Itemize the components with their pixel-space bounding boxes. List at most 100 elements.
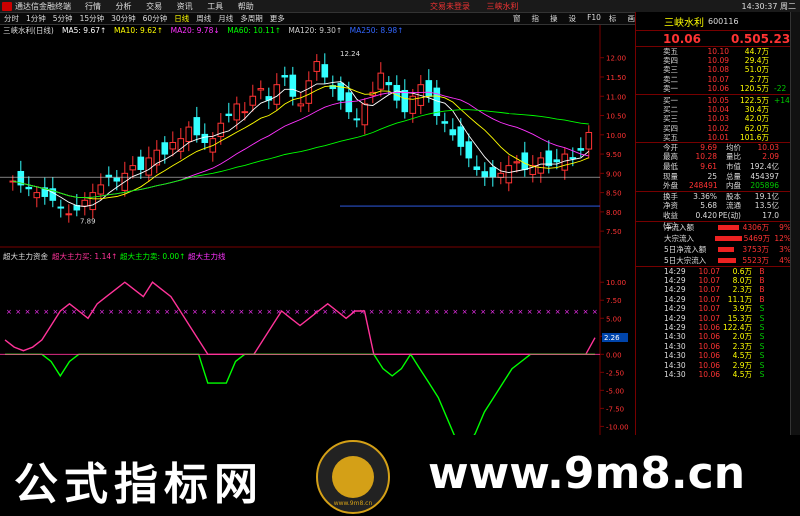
signal-marker: × bbox=[369, 308, 375, 316]
ask-row[interactable]: 卖一 10.06 120.5万 -22 bbox=[636, 84, 800, 93]
tick-row[interactable]: 14:29 10.07 15.3万 S bbox=[636, 314, 800, 323]
tick-volume: 122.4万 bbox=[723, 322, 752, 332]
signal-marker: × bbox=[397, 308, 403, 316]
stat-value: 13.5亿 bbox=[754, 201, 779, 211]
candle-body bbox=[169, 142, 177, 150]
signal-marker: × bbox=[555, 308, 561, 316]
candle-body bbox=[161, 142, 169, 155]
ask-row[interactable]: 卖五 10.10 44.7万 bbox=[636, 47, 800, 56]
candle-body bbox=[81, 199, 89, 207]
kline-chart-svg[interactable]: 三峡水利(日线) MA5: 9.67↑ MA10: 9.62↑ MA20: 9.78↓… bbox=[0, 25, 635, 450]
signal-marker: × bbox=[127, 308, 133, 316]
indicator-axis-label: -7.50 bbox=[606, 405, 624, 413]
bid-row[interactable]: 买五 10.01 101.6万 bbox=[636, 133, 800, 142]
signal-marker: × bbox=[564, 308, 570, 316]
chart-background bbox=[0, 25, 635, 435]
menu-item-news[interactable]: 资讯 bbox=[177, 2, 193, 11]
fund-flow-label: 5日净流入额 bbox=[664, 244, 707, 254]
ask-row[interactable]: 卖三 10.08 51.0万 bbox=[636, 65, 800, 74]
tick-row[interactable]: 14:30 10.06 4.5万 S bbox=[636, 351, 800, 360]
stat-value: 5.68 bbox=[700, 201, 717, 211]
candle-body bbox=[321, 64, 329, 78]
period-tab-4[interactable]: 30分钟 bbox=[111, 13, 136, 24]
tick-row[interactable]: 14:29 10.07 3.9万 S bbox=[636, 304, 800, 313]
bid-volume: 122.5万 bbox=[740, 95, 769, 105]
bid-row[interactable]: 买一 10.05 122.5万 +141 bbox=[636, 96, 800, 105]
signal-marker: × bbox=[415, 308, 421, 316]
tick-price: 10.06 bbox=[698, 341, 720, 351]
menu-item-analysis[interactable]: 分析 bbox=[116, 2, 132, 11]
trade-login-status[interactable]: 交易未登录 bbox=[430, 2, 470, 11]
panel-scrollbar[interactable] bbox=[790, 12, 800, 435]
price-axis-label: 8.50 bbox=[606, 190, 622, 198]
period-tab-8[interactable]: 月线 bbox=[218, 13, 233, 24]
period-tab-7[interactable]: 周线 bbox=[196, 13, 211, 24]
price-axis-label: 9.00 bbox=[606, 170, 622, 178]
stat-label: 收益(二) bbox=[663, 211, 678, 230]
stat-value: 454397 bbox=[750, 171, 779, 181]
signal-marker: × bbox=[146, 308, 152, 316]
signal-marker: × bbox=[471, 308, 477, 316]
bid-price: 10.05 bbox=[707, 95, 729, 105]
price-axis-label: 10.00 bbox=[606, 132, 626, 140]
kline-chart[interactable]: 三峡水利(日线) MA5: 9.67↑ MA10: 9.62↑ MA20: 9.78↓… bbox=[0, 25, 635, 450]
tick-list[interactable]: 14:29 10.07 0.6万 B 14:29 10.07 8.0万 B 14:29 10.07… bbox=[636, 265, 800, 380]
tick-row[interactable]: 14:30 10.06 2.3万 S bbox=[636, 342, 800, 351]
menu-item-trade[interactable]: 交易 bbox=[146, 2, 162, 11]
signal-marker: × bbox=[99, 308, 105, 316]
fund-flow-bar bbox=[718, 257, 736, 263]
tick-row[interactable]: 14:29 10.07 0.6万 B bbox=[636, 267, 800, 276]
menu-item-help[interactable]: 帮助 bbox=[238, 2, 254, 11]
tick-row[interactable]: 14:29 10.07 2.3万 B bbox=[636, 285, 800, 294]
bid-row[interactable]: 买三 10.03 42.0万 bbox=[636, 114, 800, 123]
candle-body bbox=[113, 177, 121, 182]
candle-body bbox=[217, 122, 225, 138]
signal-marker: × bbox=[118, 308, 124, 316]
tick-row[interactable]: 14:30 10.06 4.5万 S bbox=[636, 370, 800, 379]
signal-marker: × bbox=[406, 308, 412, 316]
tick-row[interactable]: 14:30 10.06 2.9万 S bbox=[636, 361, 800, 370]
ma-label: MA20: 9.78↓ bbox=[171, 26, 220, 35]
period-tab-0[interactable]: 分时 bbox=[4, 13, 19, 24]
ask-row[interactable]: 卖四 10.09 29.4万 bbox=[636, 56, 800, 65]
tick-row[interactable]: 14:29 10.06 122.4万 S bbox=[636, 323, 800, 332]
candle-body bbox=[249, 95, 257, 106]
clock: 14:30:37 周二 bbox=[741, 1, 796, 11]
indicator-axis-label: -5.00 bbox=[606, 387, 624, 395]
watermark-left-text: 公式指标网 bbox=[14, 459, 264, 510]
bid-row[interactable]: 买四 10.02 62.0万 bbox=[636, 124, 800, 133]
period-tab-6[interactable]: 日线 bbox=[174, 13, 189, 24]
period-tab-1[interactable]: 1分钟 bbox=[26, 13, 46, 24]
bid-price: 10.01 bbox=[707, 132, 729, 142]
indicator-title: 超大主力资金 bbox=[3, 251, 48, 261]
menu-item-tools[interactable]: 工具 bbox=[207, 2, 223, 11]
bid-row[interactable]: 买二 10.04 30.4万 bbox=[636, 105, 800, 114]
fund-flow-bar bbox=[718, 246, 734, 252]
stat-value: 3.36% bbox=[693, 191, 717, 201]
tick-row[interactable]: 14:29 10.07 11.1万 B bbox=[636, 295, 800, 304]
period-tab-9[interactable]: 多周期 bbox=[240, 13, 263, 24]
ask-row[interactable]: 卖二 10.07 2.7万 bbox=[636, 75, 800, 84]
candle-body bbox=[97, 184, 105, 195]
candle-body bbox=[65, 213, 73, 216]
fund-flow-label: 大宗流入 bbox=[664, 233, 694, 243]
tick-row[interactable]: 14:30 10.06 2.0万 S bbox=[636, 332, 800, 341]
fund-flow-label: 净流入额 bbox=[664, 222, 694, 232]
order-book: 卖五 10.10 44.7万 卖四 10.09 29.4万 卖三 10.08 51.0万 卖二 10… bbox=[636, 47, 800, 142]
tick-price: 10.06 bbox=[698, 360, 720, 370]
tick-flag: S bbox=[759, 322, 765, 332]
candle-body bbox=[305, 80, 313, 104]
period-tab-5[interactable]: 60分钟 bbox=[143, 13, 168, 24]
candle-body bbox=[481, 171, 489, 178]
period-tab-10[interactable]: 更多 bbox=[270, 13, 285, 24]
period-tab-3[interactable]: 15分钟 bbox=[80, 13, 105, 24]
fund-flows: 净流入额 4306万 9% 大宗流入 5469万 12% 5日净流入额 3753万 3% 5日大宗… bbox=[636, 220, 800, 266]
stat-value: 9.61 bbox=[700, 162, 717, 172]
stat-value: 25 bbox=[707, 171, 717, 181]
stat-label: 外盘 bbox=[663, 181, 678, 191]
tick-volume: 8.0万 bbox=[732, 276, 752, 286]
period-tab-2[interactable]: 5分钟 bbox=[53, 13, 73, 24]
tick-row[interactable]: 14:29 10.07 8.0万 B bbox=[636, 276, 800, 285]
stat-value: 248491 bbox=[689, 181, 718, 191]
menu-item-quotes[interactable]: 行情 bbox=[85, 2, 101, 11]
